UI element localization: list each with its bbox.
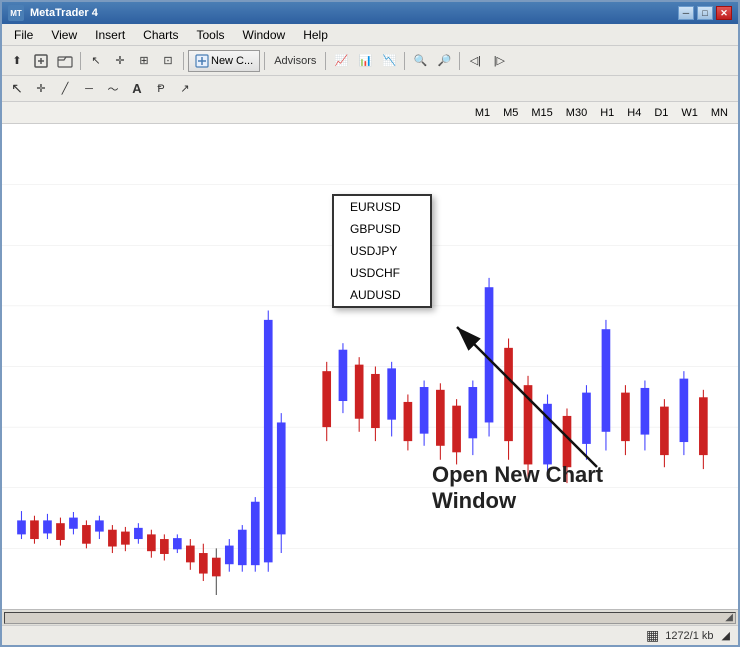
tb-fwd-icon[interactable]: |▷ — [488, 50, 510, 72]
tb-indicator3-icon[interactable]: 📉 — [378, 50, 400, 72]
tf-mn[interactable]: MN — [705, 105, 734, 121]
tb-zoomin-icon[interactable]: 🔍 — [409, 50, 431, 72]
main-toolbar: ⬆ ↖ ✛ ⊞ ⊡ New C... Advisors 📈 📊 📉 🔍 🔎 ◁|… — [2, 46, 738, 76]
minimize-button[interactable]: ─ — [678, 6, 694, 20]
symbol-dropdown[interactable]: EURUSD GBPUSD USDJPY USDCHF AUDUSD — [332, 194, 432, 308]
dt-abc-icon[interactable]: Ᵽ — [150, 78, 172, 100]
separator-6 — [459, 52, 460, 70]
chart-area[interactable]: M1 M5 M15 M30 H1 H4 D1 W1 MN — [2, 102, 738, 609]
separator-2 — [183, 52, 184, 70]
dt-dash-icon[interactable]: ─ — [78, 78, 100, 100]
dropdown-item-usdchf[interactable]: USDCHF — [334, 262, 430, 284]
tb-new-icon[interactable] — [30, 50, 52, 72]
main-window: MT MetaTrader 4 ─ □ ✕ File View Insert C… — [0, 0, 740, 647]
app-icon: MT — [8, 5, 24, 21]
window-controls: ─ □ ✕ — [678, 6, 732, 20]
scroll-end-icon: ◢ — [725, 612, 733, 623]
scrollbar-track[interactable]: ◢ — [4, 612, 736, 624]
separator-3 — [264, 52, 265, 70]
status-bar: ▦ 1272/1 kb ◢ — [2, 625, 738, 645]
dt-line-icon[interactable]: ╱ — [54, 78, 76, 100]
timeframe-bar: M1 M5 M15 M30 H1 H4 D1 W1 MN — [2, 102, 738, 124]
tb-advisors-label: Advisors — [269, 50, 321, 72]
dt-text-icon[interactable]: A — [126, 78, 148, 100]
menu-file[interactable]: File — [6, 26, 41, 44]
menu-bar: File View Insert Charts Tools Window Hel… — [2, 24, 738, 46]
menu-insert[interactable]: Insert — [87, 26, 133, 44]
new-chart-button[interactable]: New C... — [188, 50, 260, 72]
tb-arrow-icon[interactable]: ⬆ — [6, 50, 28, 72]
tf-m15[interactable]: M15 — [525, 105, 558, 121]
status-chart-icon: ▦ — [646, 627, 659, 644]
dt-arrow-icon[interactable]: ↗ — [174, 78, 196, 100]
dropdown-item-eurusd[interactable]: EURUSD — [334, 196, 430, 218]
tb-crosshair-icon[interactable]: ✛ — [109, 50, 131, 72]
dropdown-item-usdjpy[interactable]: USDJPY — [334, 240, 430, 262]
tf-d1[interactable]: D1 — [648, 105, 674, 121]
tf-m1[interactable]: M1 — [469, 105, 496, 121]
horizontal-scrollbar[interactable]: ◢ — [2, 609, 738, 625]
tb-zoomout-icon[interactable]: 🔎 — [433, 50, 455, 72]
menu-tools[interactable]: Tools — [189, 26, 233, 44]
status-kb: 1272/1 kb — [665, 630, 713, 642]
window-title: MetaTrader 4 — [30, 7, 98, 19]
maximize-button[interactable]: □ — [697, 6, 713, 20]
tf-m5[interactable]: M5 — [497, 105, 524, 121]
tb-indicator1-icon[interactable]: 📈 — [330, 50, 352, 72]
drawing-toolbar: ↖ ✛ ╱ ─ 〜 A Ᵽ ↗ — [2, 76, 738, 102]
dt-cursor-icon[interactable]: ↖ — [6, 78, 28, 100]
status-scroll-icon: ◢ — [722, 629, 730, 642]
dropdown-item-gbpusd[interactable]: GBPUSD — [334, 218, 430, 240]
tb-zoom-icon[interactable]: ⊞ — [133, 50, 155, 72]
tb-period-icon[interactable]: ⊡ — [157, 50, 179, 72]
dt-cross-icon[interactable]: ✛ — [30, 78, 52, 100]
tf-w1[interactable]: W1 — [675, 105, 704, 121]
separator-1 — [80, 52, 81, 70]
close-button[interactable]: ✕ — [716, 6, 732, 20]
menu-window[interactable]: Window — [235, 26, 294, 44]
tf-m30[interactable]: M30 — [560, 105, 593, 121]
dropdown-item-audusd[interactable]: AUDUSD — [334, 284, 430, 306]
new-chart-label: New C... — [211, 55, 253, 67]
tb-open-icon[interactable] — [54, 50, 76, 72]
menu-view[interactable]: View — [43, 26, 85, 44]
tb-indicator2-icon[interactable]: 📊 — [354, 50, 376, 72]
separator-4 — [325, 52, 326, 70]
tf-h1[interactable]: H1 — [594, 105, 620, 121]
dt-wave-icon[interactable]: 〜 — [102, 78, 124, 100]
separator-5 — [404, 52, 405, 70]
tb-back-icon[interactable]: ◁| — [464, 50, 486, 72]
tf-h4[interactable]: H4 — [621, 105, 647, 121]
menu-charts[interactable]: Charts — [135, 26, 186, 44]
tb-cursor-icon[interactable]: ↖ — [85, 50, 107, 72]
title-bar: MT MetaTrader 4 ─ □ ✕ — [2, 2, 738, 24]
menu-help[interactable]: Help — [295, 26, 336, 44]
main-area: M1 M5 M15 M30 H1 H4 D1 W1 MN — [2, 102, 738, 609]
